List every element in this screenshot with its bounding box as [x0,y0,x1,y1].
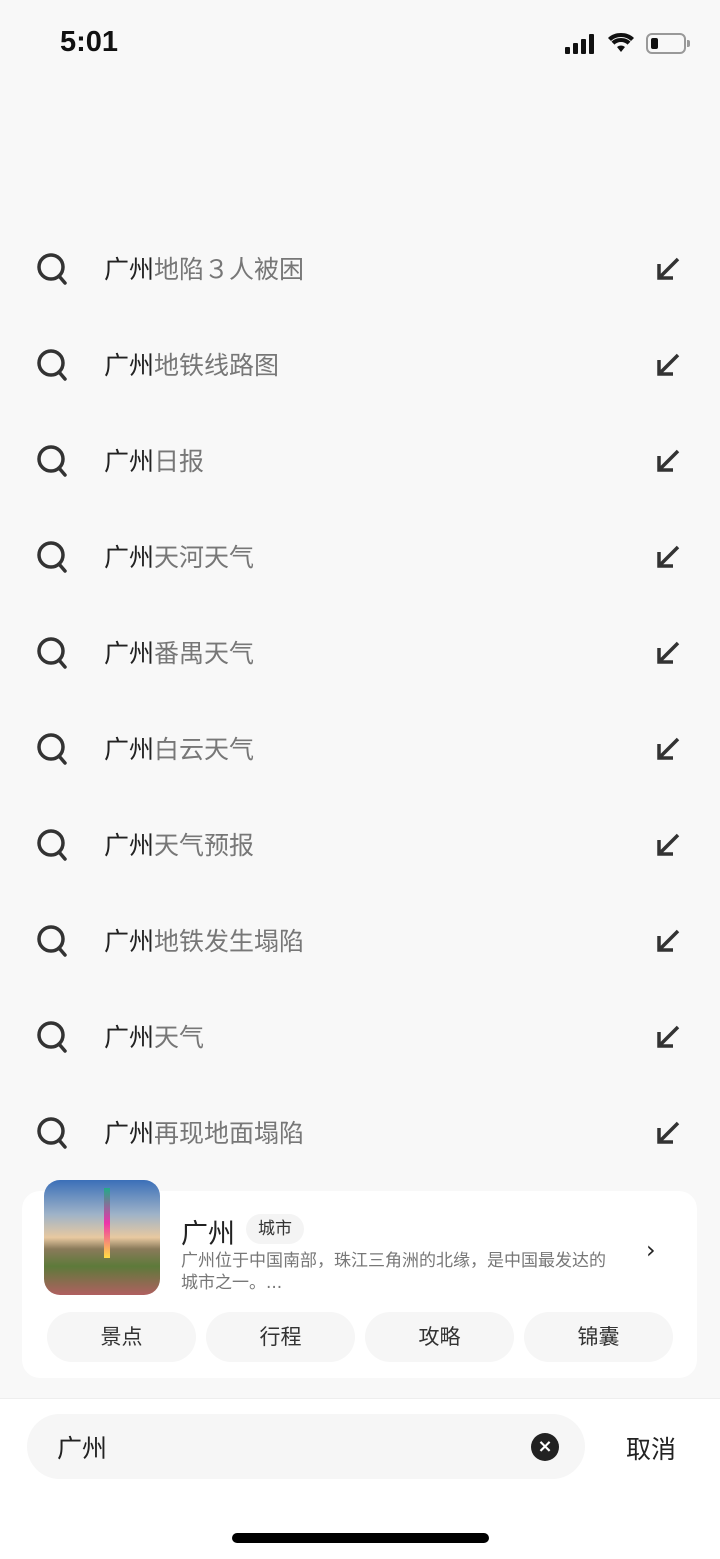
cancel-button[interactable]: 取消 [626,1430,676,1466]
search-icon [37,253,67,285]
fill-query-arrow-icon[interactable] [654,543,682,571]
home-indicator [232,1533,489,1543]
search-icon [37,637,67,669]
fill-query-arrow-icon[interactable] [654,735,682,763]
suggestion-item[interactable]: 广州白云天气 [0,700,720,796]
suggestion-text: 广州地铁发生塌陷 [104,927,305,956]
chevron-right-icon[interactable]: › [646,1236,656,1264]
city-image [44,1180,160,1295]
suggestion-item[interactable]: 广州番禺天气 [0,604,720,700]
city-description: 广州位于中国南部，珠江三角洲的北缘，是中国最发达的城市之一。... [181,1251,606,1293]
suggestion-text: 广州再现地面塌陷 [104,1119,305,1148]
fill-query-arrow-icon[interactable] [654,255,682,283]
suggestion-item[interactable]: 广州日报 [0,412,720,508]
status-time: 5:01 [60,26,119,58]
suggestion-text: 广州日报 [104,447,205,476]
fill-query-arrow-icon[interactable] [654,1119,682,1147]
status-bar: 5:01 [0,0,720,88]
suggestion-item[interactable]: 广州再现地面塌陷 [0,1084,720,1180]
search-icon [37,829,67,861]
suggestion-text: 广州番禺天气 [104,639,255,668]
fill-query-arrow-icon[interactable] [654,831,682,859]
city-tag: 城市 [246,1214,304,1244]
battery-icon [646,33,690,54]
search-icon [37,1117,67,1149]
guide-button[interactable]: 攻略 [365,1312,514,1362]
search-input[interactable] [57,1414,517,1479]
fill-query-arrow-icon[interactable] [654,639,682,667]
tips-button[interactable]: 锦囊 [524,1312,673,1362]
suggestion-text: 广州地铁线路图 [104,351,280,380]
fill-query-arrow-icon[interactable] [654,927,682,955]
signal-icon [565,34,594,54]
suggestion-list: 广州地陷３人被困 广州地铁线路图 广州日报广州天河天气 广州番禺天气 广州白云天气 广州天… [0,220,720,1180]
search-icon [37,1021,67,1053]
fill-query-arrow-icon[interactable] [654,1023,682,1051]
search-field[interactable]: × [27,1414,585,1479]
city-title: 广州 [181,1219,235,1250]
city-buttons: 景点 行程 攻略 锦囊 [47,1312,673,1362]
suggestion-item[interactable]: 广州天气 [0,988,720,1084]
search-icon [37,733,67,765]
suggestion-item[interactable]: 广州地铁线路图 [0,316,720,412]
suggestion-item[interactable]: 广州地陷３人被困 [0,220,720,316]
fill-query-arrow-icon[interactable] [654,447,682,475]
wifi-icon [608,33,634,52]
suggestion-text: 广州白云天气 [104,735,255,764]
suggestion-text: 广州地陷３人被困 [104,255,305,284]
itinerary-button[interactable]: 行程 [206,1312,355,1362]
search-icon [37,925,67,957]
search-icon [37,445,67,477]
search-icon [37,349,67,381]
search-icon [37,541,67,573]
suggestion-item[interactable]: 广州天气预报 [0,796,720,892]
suggestion-text: 广州天河天气 [104,543,255,572]
fill-query-arrow-icon[interactable] [654,351,682,379]
suggestion-item[interactable]: 广州天河天气 [0,508,720,604]
attractions-button[interactable]: 景点 [47,1312,196,1362]
suggestion-text: 广州天气 [104,1023,205,1052]
clear-icon[interactable]: × [531,1433,559,1461]
suggestion-text: 广州天气预报 [104,831,255,860]
search-bar: × 取消 [0,1398,720,1559]
suggestion-item[interactable]: 广州地铁发生塌陷 [0,892,720,988]
